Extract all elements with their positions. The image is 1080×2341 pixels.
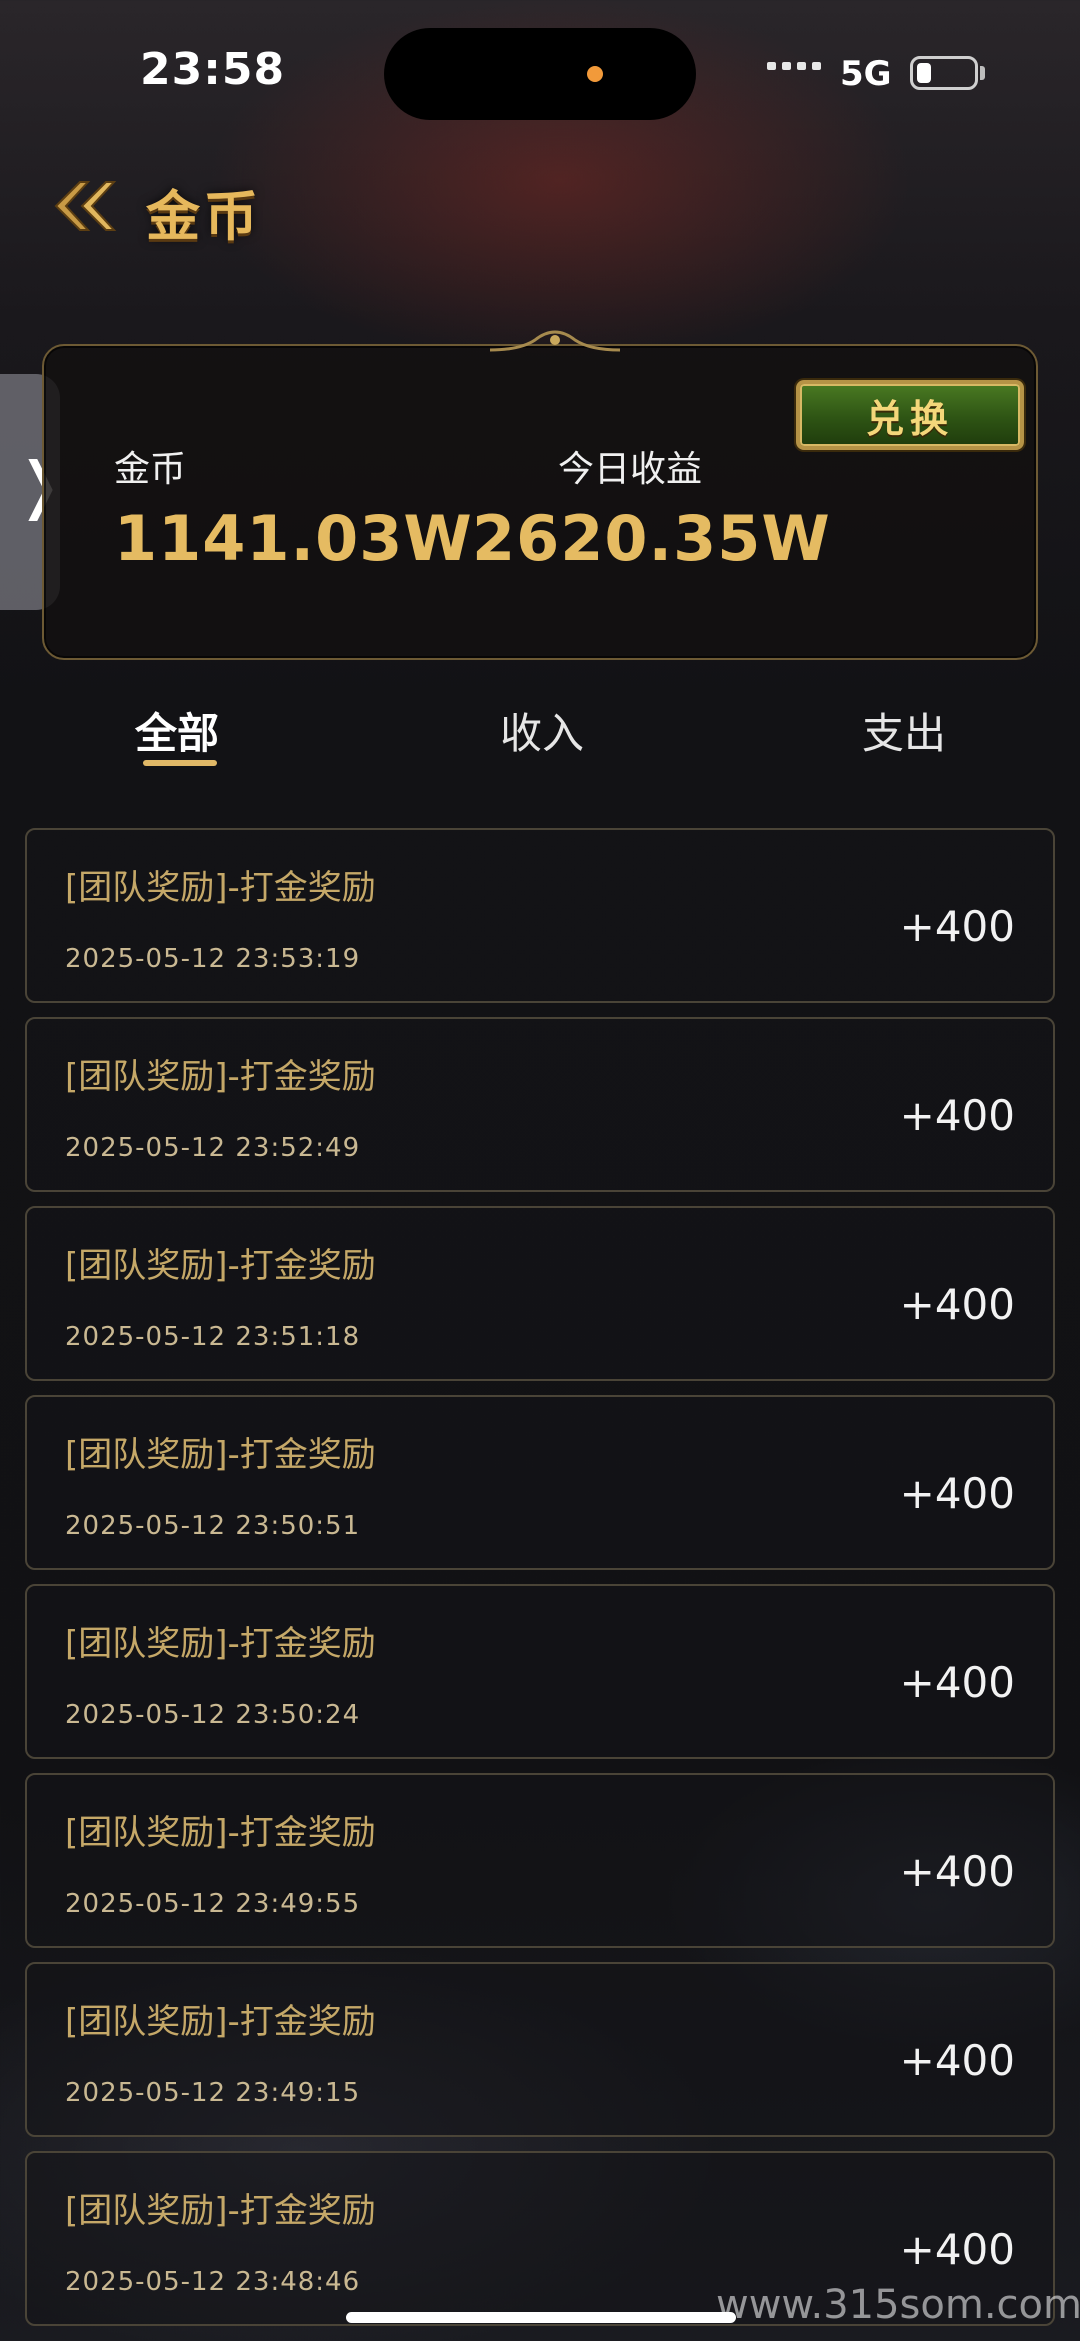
- tab-all[interactable]: 全部: [135, 700, 219, 761]
- signal-icon: [767, 62, 821, 70]
- double-chevron-left-icon: [54, 181, 117, 231]
- transaction-amount: +400: [899, 1091, 1015, 1140]
- dynamic-island: [384, 28, 696, 120]
- transaction-item[interactable]: [团队奖励]-打金奖励 2025-05-12 23:50:51 +400: [25, 1395, 1055, 1570]
- transaction-title: [团队奖励]-打金奖励: [65, 1435, 376, 1475]
- privacy-indicator-dot: [587, 66, 603, 82]
- back-button[interactable]: [50, 178, 120, 234]
- transaction-time: 2025-05-12 23:53:19: [65, 944, 361, 974]
- coins-balance: 1141.03W: [114, 502, 473, 575]
- transaction-title: [团队奖励]-打金奖励: [65, 1246, 376, 1286]
- transaction-time: 2025-05-12 23:50:51: [65, 1511, 361, 1541]
- tab-expense[interactable]: 支出: [862, 700, 946, 761]
- today-earnings-label: 今日收益: [558, 449, 703, 490]
- transaction-title: [团队奖励]-打金奖励: [65, 2191, 376, 2231]
- transaction-title: [团队奖励]-打金奖励: [65, 1057, 376, 1097]
- transaction-amount: +400: [899, 2225, 1015, 2274]
- home-indicator[interactable]: [346, 2312, 736, 2323]
- coins-label: 金币: [114, 449, 187, 490]
- transaction-amount: +400: [899, 1847, 1015, 1896]
- transaction-time: 2025-05-12 23:52:49: [65, 1133, 361, 1163]
- transaction-item[interactable]: [团队奖励]-打金奖励 2025-05-12 23:49:55 +400: [25, 1773, 1055, 1948]
- transaction-title: [团队奖励]-打金奖励: [65, 1813, 376, 1853]
- network-type: 5G: [840, 54, 892, 94]
- transaction-title: [团队奖励]-打金奖励: [65, 868, 376, 908]
- active-tab-indicator: [143, 760, 217, 766]
- transaction-item[interactable]: [团队奖励]-打金奖励 2025-05-12 23:49:15 +400: [25, 1962, 1055, 2137]
- tab-income[interactable]: 收入: [500, 700, 584, 761]
- transaction-amount: +400: [899, 1658, 1015, 1707]
- transaction-title: [团队奖励]-打金奖励: [65, 1624, 376, 1664]
- transaction-item[interactable]: [团队奖励]-打金奖励 2025-05-12 23:51:18 +400: [25, 1206, 1055, 1381]
- transaction-amount: +400: [899, 1280, 1015, 1329]
- transaction-title: [团队奖励]-打金奖励: [65, 2002, 376, 2042]
- transaction-time: 2025-05-12 23:49:55: [65, 1889, 361, 1919]
- transaction-list[interactable]: [团队奖励]-打金奖励 2025-05-12 23:53:19 +400 [团队…: [25, 828, 1055, 2340]
- transaction-item[interactable]: [团队奖励]-打金奖励 2025-05-12 23:50:24 +400: [25, 1584, 1055, 1759]
- transaction-time: 2025-05-12 23:48:46: [65, 2267, 361, 2297]
- watermark-text: www.315som.com: [716, 2282, 1080, 2328]
- transaction-item[interactable]: [团队奖励]-打金奖励 2025-05-12 23:53:19 +400: [25, 828, 1055, 1003]
- ornament-icon: [490, 330, 620, 352]
- transaction-amount: +400: [899, 902, 1015, 951]
- battery-icon: [910, 56, 978, 90]
- transaction-amount: +400: [899, 2036, 1015, 2085]
- transaction-item[interactable]: [团队奖励]-打金奖励 2025-05-12 23:52:49 +400: [25, 1017, 1055, 1192]
- status-time: 23:58: [140, 44, 286, 95]
- transaction-time: 2025-05-12 23:51:18: [65, 1322, 361, 1352]
- today-earnings-value: 2620.35W: [472, 502, 831, 575]
- transaction-amount: +400: [899, 1469, 1015, 1518]
- transaction-time: 2025-05-12 23:49:15: [65, 2078, 361, 2108]
- page-title: 金币: [146, 185, 262, 248]
- status-bar: 23:58 5G: [0, 0, 1080, 150]
- transaction-time: 2025-05-12 23:50:24: [65, 1700, 361, 1730]
- exchange-button[interactable]: 兑换: [796, 380, 1024, 450]
